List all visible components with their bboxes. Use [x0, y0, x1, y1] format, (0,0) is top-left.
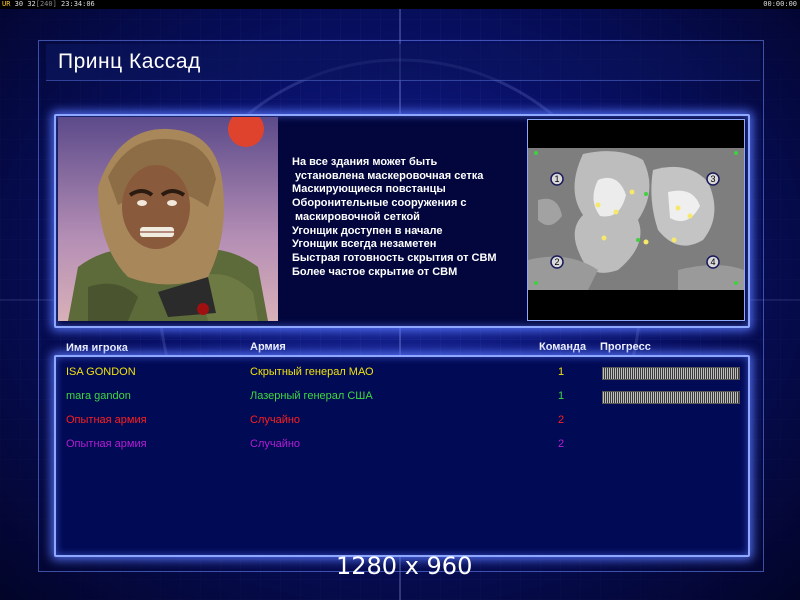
description-line: Более частое скрытие от СВМ — [292, 265, 458, 278]
start-position-label: 4 — [710, 257, 715, 267]
general-description: На все здания может быть установлена мас… — [292, 156, 497, 279]
player-army: Лазерный генерал США — [250, 390, 373, 402]
page-title: Принц Кассад — [58, 50, 201, 73]
general-portrait — [58, 117, 278, 321]
status-timer: 00:00:00 — [763, 0, 797, 8]
description-line: Быстрая готовность скрытия от СВМ — [292, 251, 497, 264]
start-position-label: 3 — [710, 174, 715, 184]
player-team: 1 — [558, 390, 565, 402]
description-line: Угонщик всегда незаметен — [292, 238, 437, 251]
start-position-label: 1 — [554, 174, 559, 184]
status-value: 30 — [14, 0, 24, 8]
description-line: Маскирующиеся повстанцы — [292, 183, 446, 196]
start-position-label: 2 — [554, 257, 559, 267]
player-name: mara gandon — [66, 390, 131, 402]
player-team: 2 — [558, 438, 565, 450]
player-name: ISA GONDON — [66, 366, 136, 378]
resolution-watermark: 1280 x 960 — [336, 552, 473, 580]
description-line: маскировочной сеткой — [292, 210, 420, 223]
description-line: На все здания может быть — [292, 156, 438, 168]
debug-status-bar: UR 30 32[240] 23:34:06 00:00:00 — [0, 0, 800, 9]
players-panel — [54, 355, 750, 557]
load-progress-bar — [602, 391, 740, 404]
column-header-player-name: Имя игрока — [66, 342, 128, 354]
player-name: Опытная армия — [66, 438, 147, 450]
description-line: Угонщик доступен в начале — [292, 224, 443, 237]
player-team: 2 — [558, 414, 565, 426]
description-line: установлена маскеровочная сетка — [292, 169, 484, 182]
column-header-team: Команда — [539, 341, 587, 353]
load-progress-bar — [602, 367, 740, 380]
column-header-progress: Прогресс — [600, 341, 651, 353]
description-line: Оборонительные сооружения с — [292, 197, 467, 210]
column-header-army: Армия — [250, 341, 286, 353]
player-team: 1 — [558, 366, 565, 378]
status-value: [240] — [35, 0, 57, 8]
player-army: Скрытный генерал МАО — [250, 366, 374, 378]
status-value: 32 — [27, 0, 36, 8]
map-preview[interactable]: 1 2 3 4 — [527, 119, 745, 321]
status-clock: 23:34:06 — [61, 0, 95, 8]
status-tag: UR — [2, 0, 11, 8]
player-army: Случайно — [250, 414, 301, 426]
player-name: Опытная армия — [66, 414, 147, 426]
player-army: Случайно — [250, 438, 301, 450]
